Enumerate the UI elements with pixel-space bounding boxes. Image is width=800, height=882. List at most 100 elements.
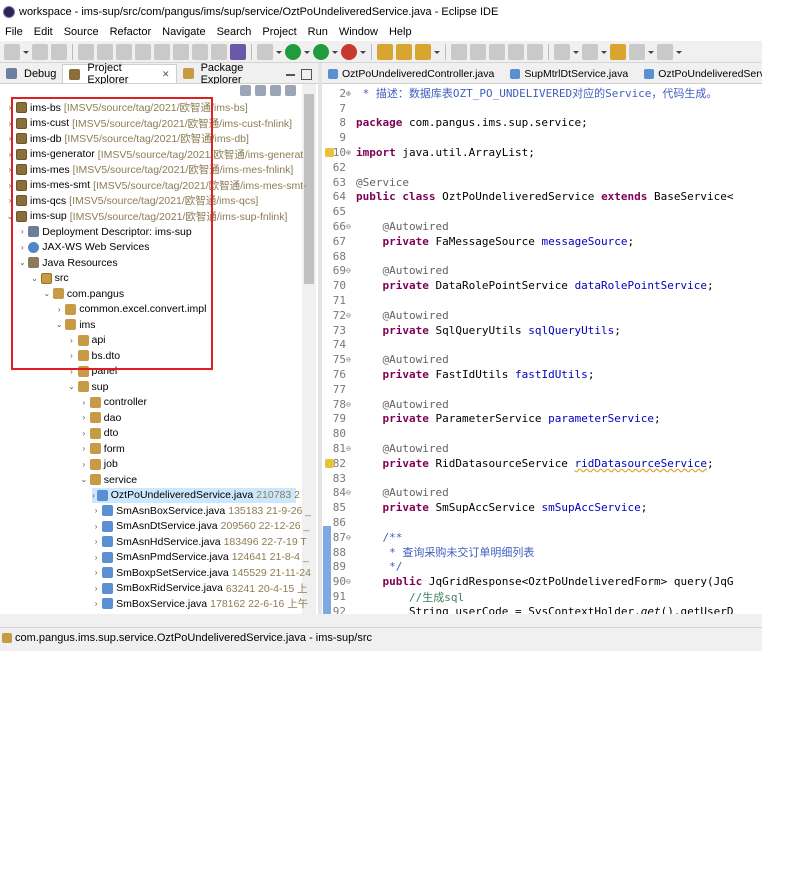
run-dropdown-icon[interactable]	[304, 44, 310, 60]
tree-item[interactable]: › ims-mes-smt [IMSV5/source/tag/2021/欧智通/i…	[6, 178, 307, 194]
fold-toggle-icon[interactable]: ⊖	[346, 533, 356, 542]
dropdown-icon[interactable]	[276, 44, 282, 60]
collapsed-chevron-icon[interactable]: ›	[92, 568, 100, 577]
fold-toggle-icon[interactable]: ⊕	[346, 89, 356, 98]
expanded-chevron-icon[interactable]: ⌄	[55, 320, 63, 329]
collapsed-chevron-icon[interactable]: ›	[6, 119, 14, 128]
link-with-editor-icon[interactable]	[255, 85, 266, 96]
tree-item[interactable]: › common.excel.convert.impl	[55, 302, 207, 318]
collapsed-chevron-icon[interactable]: ›	[18, 243, 26, 252]
collapsed-chevron-icon[interactable]: ›	[68, 351, 76, 360]
tree-item[interactable]: › JAX-WS Web Services	[18, 240, 150, 256]
menu-edit[interactable]: Edit	[29, 26, 59, 38]
tree-item[interactable]: › ims-db [IMSV5/source/tag/2021/欧智通/ims-db…	[6, 131, 249, 147]
collapsed-chevron-icon[interactable]: ›	[6, 150, 14, 159]
editor-tab[interactable]: SupMtrlDtService.java	[504, 64, 638, 83]
tree-item[interactable]: › SmAsnHdService.java 183496 22-7-19 T	[92, 534, 307, 550]
suspend-icon[interactable]	[116, 43, 132, 60]
tree-item[interactable]: › api	[68, 333, 105, 349]
tree-item[interactable]: › ims-generator [IMSV5/source/tag/2021/欧智通…	[6, 147, 304, 163]
fold-toggle-icon[interactable]: ⊖	[346, 488, 356, 497]
collapsed-chevron-icon[interactable]: ›	[80, 398, 88, 407]
disconnect-icon[interactable]	[154, 43, 170, 60]
tree-item[interactable]: ⌄ Java Resources	[18, 255, 118, 271]
tree-item[interactable]: › SmBoxService.java 178162 22-6-16 上午	[92, 596, 308, 612]
expanded-chevron-icon[interactable]: ⌄	[80, 475, 88, 484]
dropdown-icon[interactable]	[601, 44, 607, 60]
collapsed-chevron-icon[interactable]: ›	[80, 429, 88, 438]
expanded-chevron-icon[interactable]: ⌄	[68, 382, 76, 391]
external-tools-icon[interactable]	[341, 43, 357, 60]
fold-toggle-icon[interactable]: ⊖	[346, 355, 356, 364]
tree-item[interactable]: › panel	[68, 364, 117, 380]
tree-item[interactable]: › controller	[80, 395, 147, 411]
maximize-icon[interactable]	[301, 69, 312, 80]
new-dropdown-icon[interactable]	[23, 44, 29, 60]
toggle-mark-occurrences-icon[interactable]	[257, 43, 273, 60]
tree-item[interactable]: ⌄ src	[31, 271, 68, 287]
expanded-chevron-icon[interactable]: ⌄	[6, 212, 14, 221]
menu-navigate[interactable]: Navigate	[157, 26, 211, 38]
resume-icon[interactable]	[97, 43, 113, 60]
collapsed-chevron-icon[interactable]: ›	[92, 599, 100, 608]
collapsed-chevron-icon[interactable]: ›	[92, 522, 100, 531]
search-dropdown-icon[interactable]	[434, 44, 440, 60]
close-icon[interactable]: ✕	[162, 69, 170, 80]
show-whitespace-icon[interactable]	[508, 43, 524, 60]
tree-item[interactable]: › dto	[80, 426, 118, 442]
warning-marker-icon[interactable]	[325, 148, 334, 158]
tree-item[interactable]: ⌄ sup	[68, 379, 108, 395]
next-edit-icon[interactable]	[554, 43, 570, 60]
editor-tab[interactable]: OztPoUndeliveredController.java	[322, 64, 504, 83]
tree-item[interactable]: ⌄ com.pangus	[43, 286, 125, 302]
collapsed-chevron-icon[interactable]: ›	[68, 367, 76, 376]
filter-icon[interactable]	[270, 85, 281, 96]
step-over-icon[interactable]	[192, 43, 208, 60]
save-icon[interactable]	[32, 43, 48, 60]
fold-toggle-icon[interactable]: ⊖	[346, 444, 356, 453]
step-return-icon[interactable]	[211, 43, 227, 60]
minimize-icon[interactable]	[286, 69, 295, 76]
menu-search[interactable]: Search	[212, 26, 258, 38]
back-icon[interactable]	[629, 43, 645, 60]
tab-package-explorer[interactable]: Package Explorer	[177, 62, 286, 86]
prev-edit-icon[interactable]	[582, 43, 598, 60]
collapsed-chevron-icon[interactable]: ›	[68, 336, 76, 345]
terminate-icon[interactable]	[135, 43, 151, 60]
search-icon[interactable]	[415, 43, 431, 60]
use-step-filters-icon[interactable]	[230, 43, 246, 60]
code-editor[interactable]: 2 ⊕ * 描述：数据库表OZT_PO_UNDELIVERED对应的Service…	[322, 84, 762, 614]
skip-breakpoints-icon[interactable]	[78, 43, 94, 60]
save-all-icon[interactable]	[51, 43, 67, 60]
menu-help[interactable]: Help	[384, 26, 418, 38]
new-icon[interactable]	[4, 43, 20, 60]
collapsed-chevron-icon[interactable]: ›	[6, 181, 14, 190]
open-task-icon[interactable]	[396, 43, 412, 60]
tree-item[interactable]: ⌄ ims	[55, 317, 96, 333]
tree-item[interactable]: › SmAsnPmdService.java 124641 21-8-4 _	[92, 550, 309, 566]
fold-toggle-icon[interactable]: ⊖	[346, 577, 356, 586]
step-into-icon[interactable]	[173, 43, 189, 60]
collapse-all-icon[interactable]	[240, 85, 251, 96]
collapsed-chevron-icon[interactable]: ›	[92, 553, 100, 562]
collapsed-chevron-icon[interactable]: ›	[80, 444, 88, 453]
menu-run[interactable]: Run	[303, 26, 334, 38]
menu-window[interactable]: Window	[334, 26, 384, 38]
tree-item[interactable]: › form	[80, 441, 124, 457]
view-menu-icon[interactable]	[285, 85, 296, 96]
annotation-icon[interactable]	[451, 43, 467, 60]
next-annotation-icon[interactable]	[470, 43, 486, 60]
tree-item[interactable]: › ims-mes [IMSV5/source/tag/2021/欧智通/ims-m…	[6, 162, 294, 178]
collapsed-chevron-icon[interactable]: ›	[55, 305, 63, 314]
forward-icon[interactable]	[657, 43, 673, 60]
collapsed-chevron-icon[interactable]: ›	[80, 460, 88, 469]
tree-item[interactable]: › job	[80, 457, 117, 473]
tree-item[interactable]: › SmBoxRidService.java 63241 20-4-15 上	[92, 581, 308, 597]
expanded-chevron-icon[interactable]: ⌄	[18, 258, 26, 267]
editor-tab[interactable]: OztPoUndeliveredServ	[638, 64, 762, 83]
prev-annotation-icon[interactable]	[489, 43, 505, 60]
tree-item[interactable]: ⌄ service	[80, 472, 137, 488]
menu-source[interactable]: Source	[59, 26, 105, 38]
tree-item[interactable]: › ims-qcs [IMSV5/source/tag/2021/欧智通/ims-q…	[6, 193, 259, 209]
collapsed-chevron-icon[interactable]: ›	[6, 196, 14, 205]
